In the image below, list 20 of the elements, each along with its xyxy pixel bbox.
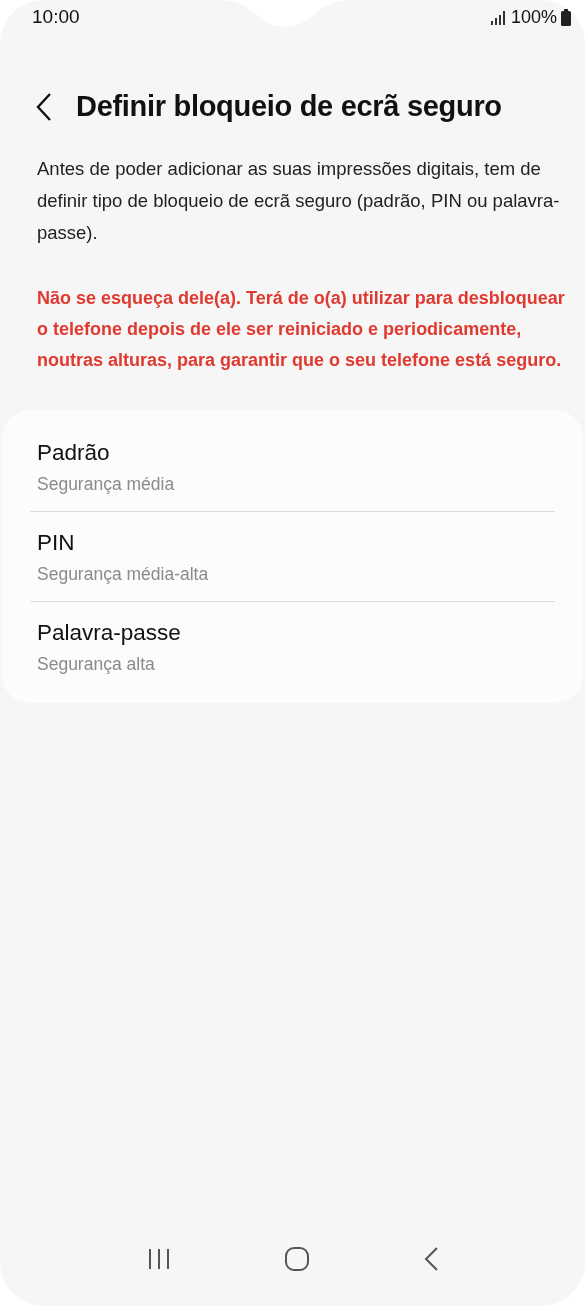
home-button[interactable] — [283, 1246, 310, 1272]
option-title: Palavra-passe — [37, 620, 182, 646]
lock-option[interactable]: PIN Segurança média-alta — [30, 511, 555, 601]
back-button[interactable] — [36, 91, 52, 122]
recent-apps-button[interactable] — [146, 1248, 171, 1270]
option-title: Padrão — [37, 440, 111, 466]
option-subtitle: Segurança alta — [37, 654, 156, 675]
page-title: Definir bloqueio de ecrã seguro — [76, 90, 502, 123]
option-subtitle: Segurança média-alta — [37, 564, 210, 585]
battery-icon — [561, 9, 571, 26]
battery-percentage: 100% — [510, 7, 557, 28]
option-subtitle: Segurança média — [37, 474, 176, 495]
warning-text: Não se esqueça dele(a). Terá de o(a) utilizar para desbloquear o telefone depois de ele ser reiniciado e periodicamente, noutras alturas, para garantir que o seu telefone está seguro. — [37, 287, 565, 372]
option-title: PIN — [37, 530, 76, 556]
back-nav-button[interactable] — [422, 1246, 439, 1272]
lock-option[interactable]: Padrão Segurança média — [30, 422, 555, 511]
lock-option[interactable]: Palavra-passe Segurança alta — [30, 601, 555, 691]
status-time: 10:00 — [32, 6, 80, 28]
description-text: Antes de poder adicionar as suas impressões digitais, tem de definir tipo de bloqueio de ecrã seguro (padrão, PIN ou palavra-passe). — [37, 157, 561, 245]
signal-icon — [490, 10, 507, 25]
